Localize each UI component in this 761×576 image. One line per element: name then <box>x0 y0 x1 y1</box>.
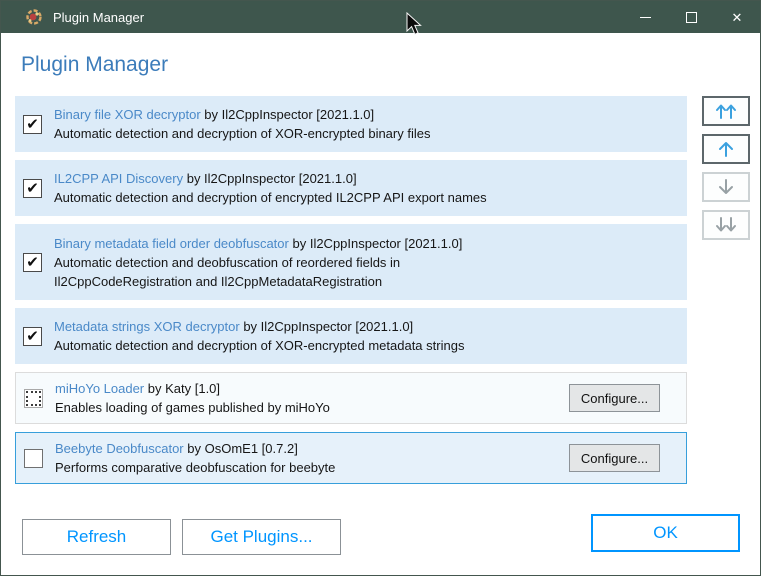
plugin-enabled-checkbox[interactable]: ✔ <box>23 178 42 198</box>
get-plugins-button[interactable]: Get Plugins... <box>182 519 341 555</box>
plugin-row-il2cpp-api-discovery[interactable]: ✔ IL2CPP API Discovery by Il2CppInspecto… <box>15 160 687 216</box>
window-title: Plugin Manager <box>53 9 145 25</box>
check-icon: ✔ <box>26 327 39 345</box>
plugin-name-link[interactable]: Binary metadata field order deobfuscator <box>54 236 289 251</box>
check-icon: ✔ <box>26 115 39 133</box>
move-up-button[interactable] <box>702 134 750 164</box>
plugin-description: Automatic detection and decryption of XO… <box>54 338 465 353</box>
double-down-arrow-icon <box>716 217 736 232</box>
app-icon <box>26 9 42 25</box>
plugin-name-link[interactable]: Binary file XOR decryptor <box>54 107 201 122</box>
check-icon: ✔ <box>26 253 39 271</box>
plugin-byline: by Il2CppInspector [2021.1.0] <box>243 319 414 334</box>
plugin-enabled-checkbox[interactable] <box>24 388 43 408</box>
plugin-enabled-checkbox[interactable] <box>24 448 43 468</box>
refresh-button[interactable]: Refresh <box>22 519 171 555</box>
ok-button[interactable]: OK <box>591 514 740 552</box>
up-arrow-icon <box>719 142 733 157</box>
page-title: Plugin Manager <box>21 53 169 76</box>
plugin-description: Performs comparative deobfuscation for b… <box>55 460 336 475</box>
double-up-arrow-icon <box>716 104 736 119</box>
plugin-name-link[interactable]: Metadata strings XOR decryptor <box>54 319 240 334</box>
plugin-name-link[interactable]: miHoYo Loader <box>55 381 144 396</box>
titlebar: Plugin Manager ✕ <box>1 1 760 33</box>
plugin-description: Automatic detection and decryption of XO… <box>54 126 431 141</box>
plugin-byline: by OsOmE1 [0.7.2] <box>187 441 298 456</box>
plugin-name-link[interactable]: Beebyte Deobfuscator <box>55 441 184 456</box>
move-to-bottom-button[interactable] <box>702 210 750 240</box>
plugin-enabled-checkbox[interactable]: ✔ <box>23 114 42 134</box>
plugin-enabled-checkbox[interactable]: ✔ <box>23 252 42 272</box>
plugin-description: Automatic detection and deobfuscation of… <box>54 254 401 289</box>
plugin-byline: by Il2CppInspector [2021.1.0] <box>186 171 357 186</box>
plugin-list: ✔ Binary file XOR decryptor by Il2CppIns… <box>15 96 687 484</box>
minimize-button[interactable] <box>622 1 668 33</box>
plugin-manager-window: Plugin Manager ✕ Plugin Manager ✔ Binary… <box>0 0 761 576</box>
plugin-description: Enables loading of games published by mi… <box>55 400 330 415</box>
close-button[interactable]: ✕ <box>714 1 760 33</box>
maximize-icon <box>685 11 697 23</box>
plugin-byline: by Katy [1.0] <box>147 381 221 396</box>
move-to-top-button[interactable] <box>702 96 750 126</box>
move-down-button[interactable] <box>702 172 750 202</box>
down-arrow-icon <box>719 179 733 194</box>
check-icon: ✔ <box>26 179 39 197</box>
configure-button[interactable]: Configure... <box>569 444 660 472</box>
plugin-enabled-checkbox[interactable]: ✔ <box>23 326 42 346</box>
plugin-byline: by Il2CppInspector [2021.1.0] <box>204 107 375 122</box>
plugin-row-mihoyo-loader[interactable]: miHoYo Loader by Katy [1.0] Enables load… <box>15 372 687 424</box>
close-icon: ✕ <box>731 9 743 25</box>
plugin-row-binary-metadata-field-order-deobfuscator[interactable]: ✔ Binary metadata field order deobfuscat… <box>15 224 687 300</box>
maximize-button[interactable] <box>668 1 714 33</box>
plugin-row-beebyte-deobfuscator[interactable]: Beebyte Deobfuscator by OsOmE1 [0.7.2] P… <box>15 432 687 484</box>
reorder-panel <box>702 96 750 240</box>
plugin-byline: by Il2CppInspector [2021.1.0] <box>292 235 463 251</box>
plugin-description: Automatic detection and decryption of en… <box>54 190 487 205</box>
minimize-icon <box>639 16 651 18</box>
configure-button[interactable]: Configure... <box>569 384 660 412</box>
plugin-name-link[interactable]: IL2CPP API Discovery <box>54 171 183 186</box>
plugin-row-metadata-strings-xor-decryptor[interactable]: ✔ Metadata strings XOR decryptor by Il2C… <box>15 308 687 364</box>
plugin-row-binary-file-xor-decryptor[interactable]: ✔ Binary file XOR decryptor by Il2CppIns… <box>15 96 687 152</box>
